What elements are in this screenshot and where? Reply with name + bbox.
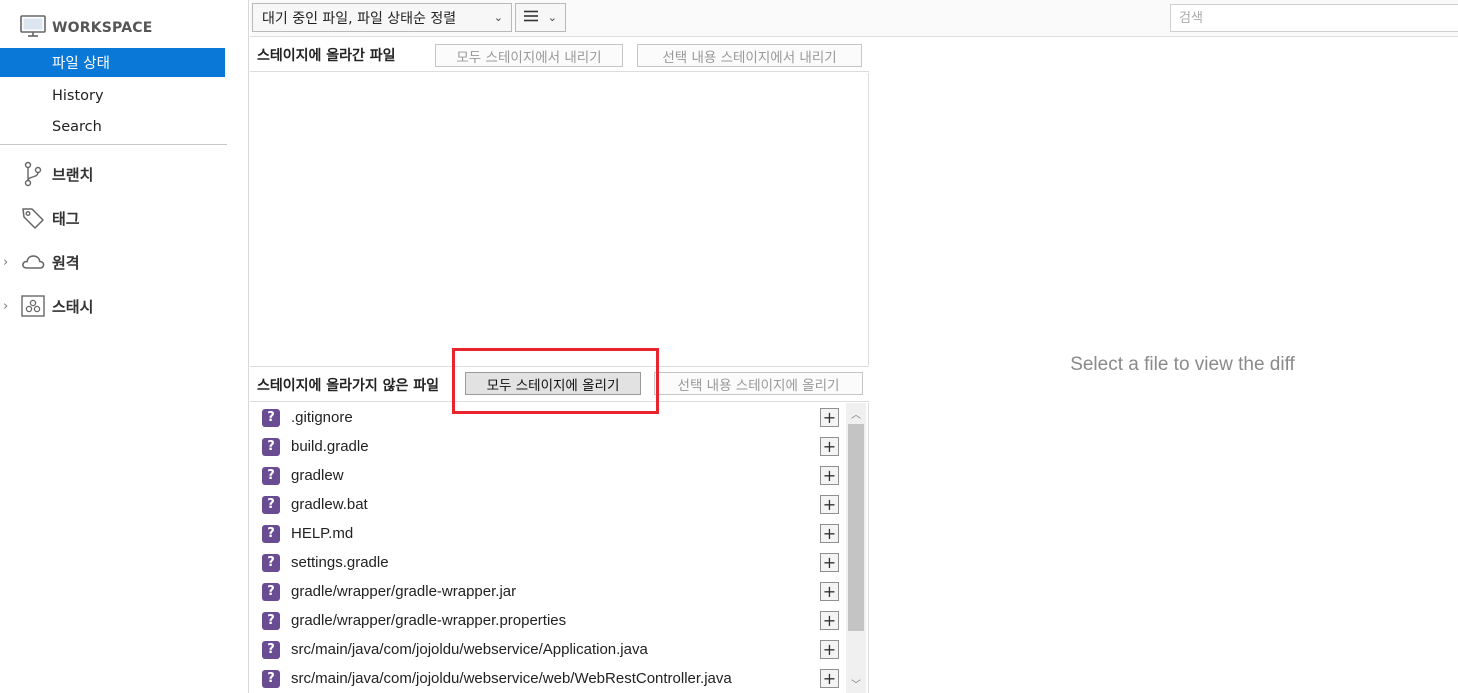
- sidebar-group-label: 브랜치: [52, 165, 94, 184]
- file-row[interactable]: ? gradle/wrapper/gradle-wrapper.properti…: [250, 606, 846, 635]
- question-icon: ?: [262, 495, 280, 514]
- search-input[interactable]: [1170, 4, 1458, 32]
- question-icon: ?: [262, 582, 280, 601]
- file-row[interactable]: ? HELP.md +: [250, 519, 846, 548]
- file-name: settings.gradle: [291, 554, 389, 571]
- question-icon: ?: [262, 553, 280, 572]
- scrollbar-thumb[interactable]: [848, 424, 864, 631]
- file-row[interactable]: ? src/main/java/com/jojoldu/webservice/A…: [250, 635, 846, 664]
- workspace-label: WORKSPACE: [52, 20, 153, 36]
- file-row[interactable]: ? .gitignore +: [250, 403, 846, 432]
- question-icon: ?: [262, 611, 280, 630]
- sort-dropdown[interactable]: 대기 중인 파일, 파일 상태순 정렬 ⌄: [252, 3, 512, 32]
- view-options-button[interactable]: ⌄: [515, 3, 566, 32]
- monitor-icon: [20, 14, 46, 42]
- stash-icon: [20, 293, 46, 319]
- unstaged-file-list[interactable]: ? .gitignore + ? build.gradle + ? gradle…: [250, 403, 869, 693]
- unstaged-header: 스테이지에 올라가지 않은 파일 모두 스테이지에 올리기 선택 내용 스테이지…: [250, 366, 869, 402]
- question-icon: ?: [262, 640, 280, 659]
- stage-file-plus-icon[interactable]: +: [820, 408, 839, 427]
- sidebar-group-label: 태그: [52, 209, 80, 228]
- file-row[interactable]: ? gradlew.bat +: [250, 490, 846, 519]
- sidebar-group-label: 스태시: [52, 297, 94, 316]
- question-icon: ?: [262, 524, 280, 543]
- question-icon: ?: [262, 408, 280, 427]
- sidebar-group-stashes[interactable]: › 스태시: [0, 290, 248, 322]
- tag-icon: [20, 205, 46, 231]
- branch-icon: [20, 161, 46, 187]
- stage-file-plus-icon[interactable]: +: [820, 611, 839, 630]
- chevron-down-icon: ⌄: [547, 11, 557, 24]
- file-row[interactable]: ? src/main/java/com/jojoldu/webservice/w…: [250, 664, 846, 693]
- stage-file-plus-icon[interactable]: +: [820, 669, 839, 688]
- question-icon: ?: [262, 669, 280, 688]
- chevron-right-icon[interactable]: ›: [3, 255, 13, 270]
- file-name: src/main/java/com/jojoldu/webservice/web…: [291, 670, 732, 687]
- file-name: gradle/wrapper/gradle-wrapper.properties: [291, 612, 567, 629]
- staged-header: 스테이지에 올라간 파일 모두 스테이지에서 내리기 선택 내용 스테이지에서 …: [250, 38, 869, 72]
- stage-selected-button[interactable]: 선택 내용 스테이지에 올리기: [654, 372, 863, 395]
- nav-file-status[interactable]: 파일 상태: [0, 48, 225, 77]
- chevron-down-icon: ⌄: [493, 11, 503, 24]
- stage-all-button[interactable]: 모두 스테이지에 올리기: [465, 372, 641, 395]
- stage-file-plus-icon[interactable]: +: [820, 524, 839, 543]
- file-name: src/main/java/com/jojoldu/webservice/App…: [291, 641, 648, 658]
- stage-file-plus-icon[interactable]: +: [820, 582, 839, 601]
- stage-file-plus-icon[interactable]: +: [820, 437, 839, 456]
- sidebar: WORKSPACE 파일 상태 History Search 브랜치 태그 ›: [0, 0, 249, 693]
- file-name: gradle/wrapper/gradle-wrapper.jar: [291, 583, 517, 600]
- nav-search[interactable]: Search: [0, 112, 225, 141]
- file-row[interactable]: ? gradle/wrapper/gradle-wrapper.jar +: [250, 577, 846, 606]
- file-name: build.gradle: [291, 438, 369, 455]
- nav-history[interactable]: History: [0, 81, 225, 110]
- question-icon: ?: [262, 437, 280, 456]
- workspace-header: WORKSPACE: [20, 14, 153, 42]
- sidebar-group-tags[interactable]: 태그: [0, 202, 248, 234]
- chevron-down-icon[interactable]: ﹀: [846, 675, 866, 691]
- file-name: gradlew.bat: [291, 496, 368, 513]
- unstage-all-button[interactable]: 모두 스테이지에서 내리기: [435, 44, 623, 67]
- diff-empty-message: Select a file to view the diff: [1070, 354, 1295, 375]
- file-name: .gitignore: [291, 409, 353, 426]
- question-icon: ?: [262, 466, 280, 485]
- staged-title: 스테이지에 올라간 파일: [257, 47, 396, 64]
- list-icon: [523, 9, 539, 27]
- sidebar-divider: [0, 144, 227, 145]
- file-row[interactable]: ? settings.gradle +: [250, 548, 846, 577]
- diff-panel: Select a file to view the diff: [870, 38, 1458, 693]
- sort-dropdown-value: 대기 중인 파일, 파일 상태순 정렬: [262, 10, 457, 27]
- cloud-icon: [20, 249, 46, 275]
- stage-file-plus-icon[interactable]: +: [820, 466, 839, 485]
- staged-file-list[interactable]: [250, 73, 869, 365]
- sidebar-group-label: 원격: [52, 253, 80, 272]
- stage-file-plus-icon[interactable]: +: [820, 640, 839, 659]
- chevron-right-icon[interactable]: ›: [3, 299, 13, 314]
- stage-file-plus-icon[interactable]: +: [820, 495, 839, 514]
- file-row[interactable]: ? gradlew +: [250, 461, 846, 490]
- file-name: HELP.md: [291, 525, 354, 542]
- file-name: gradlew: [291, 467, 344, 484]
- stage-file-plus-icon[interactable]: +: [820, 553, 839, 572]
- toolbar: 대기 중인 파일, 파일 상태순 정렬 ⌄ ⌄: [250, 0, 1458, 37]
- sidebar-group-remotes[interactable]: › 원격: [0, 246, 248, 278]
- unstaged-title: 스테이지에 올라가지 않은 파일: [257, 378, 440, 394]
- file-list-scrollbar[interactable]: ︿ ﹀: [846, 403, 866, 693]
- unstage-selected-button[interactable]: 선택 내용 스테이지에서 내리기: [637, 44, 862, 67]
- sidebar-group-branches[interactable]: 브랜치: [0, 158, 248, 190]
- file-row[interactable]: ? build.gradle +: [250, 432, 846, 461]
- chevron-up-icon[interactable]: ︿: [846, 405, 866, 421]
